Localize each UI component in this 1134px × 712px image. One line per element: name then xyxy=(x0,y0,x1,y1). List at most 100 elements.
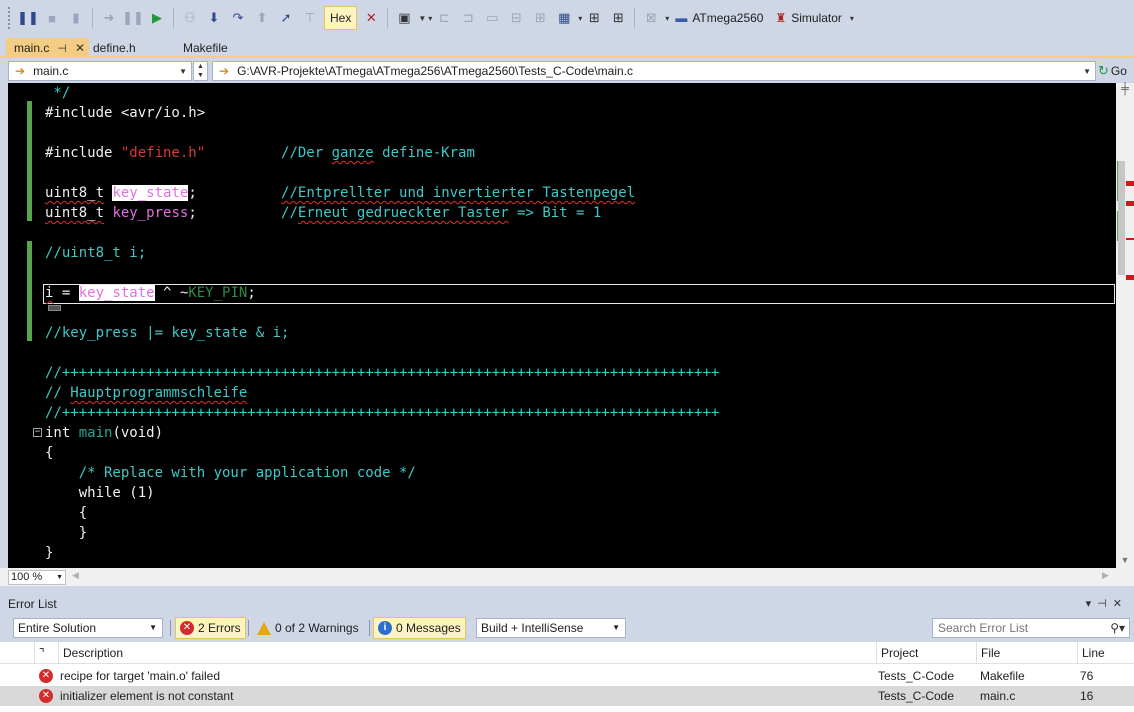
error-search-placeholder: Search Error List xyxy=(938,621,1029,635)
toolbar-overflow-icon[interactable]: ▾ xyxy=(428,14,432,23)
close-icon[interactable]: ✕ xyxy=(75,41,85,55)
scroll-right-icon[interactable]: ▶ xyxy=(1102,570,1109,581)
device-programming-icon[interactable]: ▦ xyxy=(553,7,575,29)
disabled-tool-icon[interactable]: ⊠ xyxy=(640,7,662,29)
smart-tag-icon[interactable] xyxy=(48,305,61,311)
chip-download-icon[interactable]: ⊞ xyxy=(607,7,629,29)
stop-debugging-icon[interactable]: ■ xyxy=(41,7,63,29)
break-all-icon[interactable]: ❚❚ xyxy=(17,7,39,29)
tab-makefile[interactable]: Makefile xyxy=(175,38,232,58)
spell-word: Erneut gedrueckter Taster xyxy=(297,205,509,221)
code-editor[interactable]: */ #include <avr/io.h> #include "define.… xyxy=(8,83,1116,568)
chevron-down-icon[interactable]: ▾ xyxy=(1086,598,1098,610)
messages-filter-button[interactable]: i 0 Messages xyxy=(373,617,466,639)
pause-icon[interactable]: ❚❚ xyxy=(122,7,144,29)
code-token: "define.h" xyxy=(120,145,206,161)
pin-icon[interactable]: ⊣ xyxy=(57,42,67,55)
zoom-dropdown[interactable]: 100 % ▼ xyxy=(8,570,66,585)
split-window-icon[interactable]: ╪ xyxy=(1119,83,1131,97)
breakpoints-icon[interactable]: ✕ xyxy=(360,7,382,29)
file-selector-spinner[interactable]: ▲ ▼ xyxy=(193,61,208,81)
warnings-filter-button[interactable]: 0 of 2 Warnings xyxy=(253,617,363,639)
hex-toggle-button[interactable]: Hex xyxy=(324,6,358,30)
error-project: Tests_C-Code xyxy=(878,689,955,703)
scroll-error-marker xyxy=(1126,275,1134,280)
main-toolbar: ❚❚ ■ ▮ ➜ ❚❚ ▶ ⚇ ⬇ ↷ ⬆ ➚ ⊤ Hex ✕ ▣ ▼ ▾ ⊏ … xyxy=(0,0,1134,36)
filter-separator xyxy=(248,620,249,636)
spell-word: ganze xyxy=(331,145,374,161)
code-line: #include <avr/io.h> xyxy=(45,105,206,121)
chevron-down-icon: ▼ xyxy=(179,66,187,76)
close-icon[interactable]: ✕ xyxy=(1113,598,1128,610)
scroll-left-icon[interactable]: ◀ xyxy=(72,570,79,581)
arrow-right-icon: ➔ xyxy=(219,64,230,78)
layout-icon-a[interactable]: ▭ xyxy=(481,7,503,29)
toolbar-separator xyxy=(92,8,93,28)
chevron-down-icon: ▼ xyxy=(1083,66,1091,76)
show-next-statement-icon[interactable]: ➜ xyxy=(98,7,120,29)
document-tabs: main.c ⊣ ✕ define.h Makefile xyxy=(0,36,1134,58)
code-line: uint8_t key_press; //Erneut gedrueckter … xyxy=(45,203,601,223)
disassembly-icon[interactable]: ⚇ xyxy=(179,7,201,29)
warning-icon xyxy=(257,621,271,635)
device-selector[interactable]: ▬ ATmega2560 xyxy=(669,11,769,25)
step-over-icon[interactable]: ↷ xyxy=(227,7,249,29)
step-into-icon[interactable]: ⬇ xyxy=(203,7,225,29)
chip-programmer-icon[interactable]: ⊞ xyxy=(583,7,605,29)
simulator-icon: ♜ xyxy=(775,11,787,25)
build-filter-dropdown[interactable]: Build + IntelliSense ▼ xyxy=(476,618,626,638)
collapse-icon[interactable]: − xyxy=(33,428,42,437)
search-icon[interactable]: ⚲▾ xyxy=(1110,619,1125,637)
code-line: } xyxy=(45,525,88,541)
toolbar-overflow-icon[interactable]: ▾ xyxy=(578,14,582,23)
pin-icon[interactable]: ⊣ xyxy=(1097,598,1113,610)
error-icon: ✕ xyxy=(180,621,194,635)
layout-icon-c[interactable]: ⊞ xyxy=(529,7,551,29)
column-file[interactable]: File xyxy=(976,642,1077,664)
tab-define-h[interactable]: define.h xyxy=(85,38,140,58)
build-filter-value: Build + IntelliSense xyxy=(481,621,584,635)
error-icon: ✕ xyxy=(39,689,53,703)
align-left-icon[interactable]: ⊏ xyxy=(433,7,455,29)
chevron-down-icon: ▼ xyxy=(612,623,620,632)
code-line: /* Replace with your application code */ xyxy=(45,465,416,481)
scope-dropdown[interactable]: Entire Solution ▼ xyxy=(13,618,163,638)
editor-vertical-scrollbar[interactable]: ╪ ▼ xyxy=(1116,83,1134,568)
scrollbar-thumb[interactable] xyxy=(1118,161,1125,275)
tool-selector[interactable]: ♜ Simulator xyxy=(769,11,847,25)
error-list-title-bar: Error List ▾⊣✕ xyxy=(0,594,1134,614)
code-line: i = key_state ^ ~KEY_PIN; xyxy=(45,283,256,303)
tab-label: Makefile xyxy=(183,41,228,55)
error-search-input[interactable]: Search Error List ⚲▾ xyxy=(932,618,1130,638)
column-line[interactable]: Line xyxy=(1077,642,1134,664)
windows-dropdown-icon[interactable]: ▼ xyxy=(418,14,426,23)
path-dropdown[interactable]: ➔ G:\AVR-Projekte\ATmega\ATmega256\ATmeg… xyxy=(212,61,1096,81)
code-token: ; xyxy=(188,205,197,221)
column-sort-icon[interactable]: ⌝ xyxy=(34,642,58,664)
toolbar-grip[interactable] xyxy=(8,7,12,29)
tab-main-c[interactable]: main.c ⊣ ✕ xyxy=(6,38,89,58)
code-token-highlight: key_state xyxy=(112,185,189,201)
reset-icon[interactable]: ⊤ xyxy=(299,7,321,29)
step-out-icon[interactable]: ⬆ xyxy=(251,7,273,29)
tab-label: define.h xyxy=(93,41,136,55)
scroll-down-icon[interactable]: ▼ xyxy=(1120,555,1130,565)
restart-icon[interactable]: ▮ xyxy=(65,7,87,29)
layout-icon-b[interactable]: ⊟ xyxy=(505,7,527,29)
code-token: uint8_t xyxy=(45,205,105,221)
windows-icon[interactable]: ▣ xyxy=(393,7,415,29)
toolbar-overflow-icon[interactable]: ▾ xyxy=(850,14,854,23)
align-center-icon[interactable]: ⊐ xyxy=(457,7,479,29)
error-list-panel: Error List ▾⊣✕ Entire Solution ▼ ✕ 2 Err… xyxy=(0,594,1134,712)
error-row[interactable]: ✕ recipe for target 'main.o' failed Test… xyxy=(0,666,1134,686)
file-selector-dropdown[interactable]: ➔ main.c ▼ xyxy=(8,61,192,81)
column-description[interactable]: Description xyxy=(58,642,876,664)
column-project[interactable]: Project xyxy=(876,642,976,664)
errors-filter-button[interactable]: ✕ 2 Errors xyxy=(175,617,246,639)
run-to-cursor-icon[interactable]: ➚ xyxy=(275,7,297,29)
start-debugging-icon[interactable]: ▶ xyxy=(146,7,168,29)
go-button[interactable]: ↻ Go xyxy=(1098,61,1132,81)
error-row[interactable]: ✕ initializer element is not constant Te… xyxy=(0,686,1134,706)
